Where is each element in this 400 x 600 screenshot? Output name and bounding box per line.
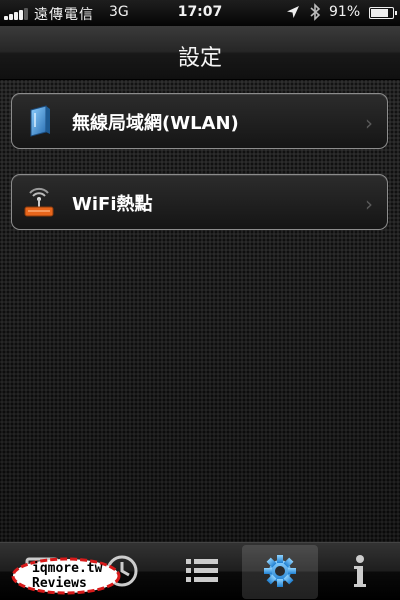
- bluetooth-icon: [309, 3, 321, 25]
- page-title: 設定: [177, 46, 222, 71]
- info-icon: [354, 555, 366, 587]
- tab-info[interactable]: [322, 545, 398, 599]
- menu-item-wlan[interactable]: 無線局域網(WLAN) ›: [11, 93, 388, 149]
- settings-gear-icon: [264, 555, 296, 587]
- chevron-right-icon: ›: [365, 111, 373, 135]
- tab-list[interactable]: [164, 545, 240, 599]
- battery-icon: [369, 7, 397, 19]
- watermark: iqmore.tw Reviews: [10, 556, 122, 596]
- settings-list: 無線局域網(WLAN) › WiFi熱點 ›: [0, 80, 400, 542]
- watermark-line1: iqmore.tw: [32, 561, 103, 576]
- wlan-router-icon: [22, 104, 56, 138]
- chevron-right-icon: ›: [365, 192, 373, 216]
- menu-item-label: 無線局域網(WLAN): [72, 113, 239, 134]
- list-icon: [186, 559, 218, 582]
- navigation-bar: 設定: [0, 26, 400, 80]
- menu-item-label: WiFi熱點: [72, 194, 153, 215]
- menu-item-wifi-hotspot[interactable]: WiFi熱點 ›: [11, 174, 388, 230]
- wifi-hotspot-icon: [22, 185, 56, 219]
- location-arrow-icon: [286, 5, 300, 23]
- status-bar: 遠傳電信 3G 17:07 91%: [0, 0, 400, 26]
- tab-settings[interactable]: [242, 545, 318, 599]
- battery-percentage: 91%: [329, 4, 361, 20]
- watermark-line2: Reviews: [32, 576, 87, 591]
